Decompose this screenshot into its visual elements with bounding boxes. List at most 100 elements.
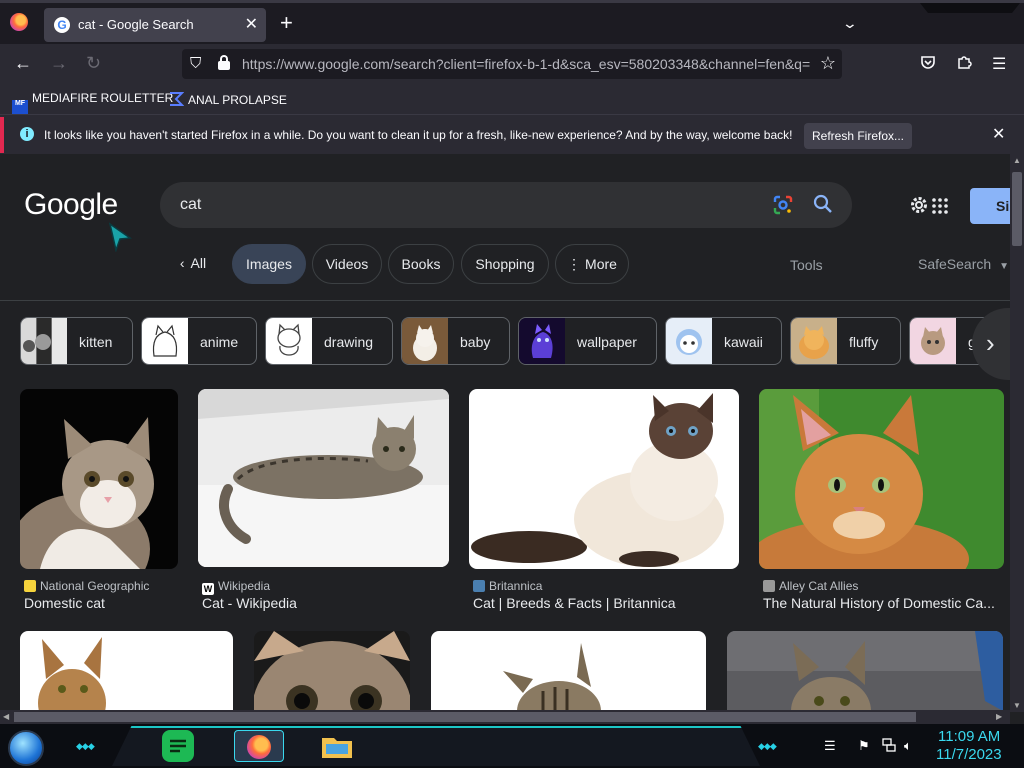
search-icon[interactable] [812,193,834,215]
result-image-closeup-cat[interactable] [254,631,410,712]
extensions-puzzle-icon[interactable] [956,54,972,75]
notification-message: It looks like you haven't started Firefo… [44,128,793,142]
google-images-page: Google cat Si ‹ All Images Videos Books … [0,154,1010,712]
forward-arrow-icon[interactable]: → [50,53,68,73]
file-explorer-icon[interactable] [320,730,354,762]
tab-shopping[interactable]: Shopping [461,244,549,284]
result-source[interactable]: Alley Cat Allies [763,579,858,593]
result-source[interactable]: W Wikipedia [202,579,270,595]
horizontal-scroll-thumb[interactable] [14,712,916,722]
search-box[interactable]: cat [160,182,852,228]
tools-button[interactable]: Tools [790,257,823,273]
clock-time[interactable]: 11:09 AM [938,728,1000,745]
address-bar[interactable]: ⛉ https://www.google.com/search?client=f… [182,49,842,79]
close-tab-icon[interactable]: ✕ [245,14,258,34]
network-icon[interactable] [882,738,896,755]
result-title[interactable]: The Natural History of Domestic Ca... [763,595,1004,611]
back-arrow-icon[interactable]: ← [14,53,32,73]
refresh-firefox-notification: i It looks like you haven't started Fire… [0,114,1024,154]
chip-wallpaper[interactable]: wallpaper [518,317,657,365]
result-title[interactable]: Cat - Wikipedia [202,595,447,611]
result-image-tabby-on-couch[interactable] [727,631,1003,712]
result-image-tabby-cat[interactable] [431,631,706,712]
hamburger-menu-icon[interactable]: ☰ [992,54,1006,74]
volume-icon[interactable]: 🔈︎ [904,738,912,754]
kawaii-thumbnail [666,318,712,364]
pocket-icon[interactable] [920,54,936,75]
chip-label: fluffy [849,334,879,350]
refresh-firefox-button[interactable]: Refresh Firefox... [804,123,912,149]
google-lens-icon[interactable] [772,194,794,216]
fluffy-cat-thumbnail [791,318,837,364]
windows-taskbar: ◆◆◆ ◆◆◆ ☰ ⚑ 🔈︎ 11:09 AM 11/7/2023 [0,724,1024,768]
start-button[interactable] [8,730,44,766]
tab-more[interactable]: ⋮ More [555,244,629,284]
chip-kawaii[interactable]: kawaii [665,317,782,365]
result-title[interactable]: Domestic cat [24,595,178,611]
info-icon: i [20,127,34,141]
reload-icon[interactable]: ↻ [86,53,101,73]
settings-gear-icon[interactable] [908,194,930,216]
chip-fluffy[interactable]: fluffy [790,317,901,365]
search-input[interactable]: cat [180,196,201,214]
scroll-right-arrow-icon[interactable]: ▶ [996,712,1002,721]
list-all-tabs-icon[interactable]: ⌄ [842,15,858,32]
result-image-orange-cat[interactable] [759,389,1004,569]
result-image-cat-wikipedia[interactable] [198,389,449,567]
result-image-domestic-cat[interactable] [20,389,178,569]
clock-date[interactable]: 11/7/2023 [936,746,1002,763]
related-search-chips: kitten anime drawing baby wallpaper kawa… [20,317,1010,365]
dropdown-arrow-icon: ▼ [999,261,1010,272]
chip-label: baby [460,334,491,350]
chip-drawing[interactable]: drawing [265,317,393,365]
baby-cat-thumbnail [402,318,448,364]
google-apps-grid-icon[interactable] [932,198,948,214]
firefox-menu-icon[interactable] [10,13,28,31]
horizontal-scrollbar[interactable]: ◀ ▶ [0,710,1010,724]
result-image-himalayan-cat[interactable] [469,389,739,569]
tab-bar: G cat - Google Search ✕ + ⌄ [0,0,1024,44]
scroll-down-arrow-icon[interactable]: ▼ [1013,701,1021,710]
scroll-up-arrow-icon[interactable]: ▲ [1013,156,1021,165]
bookmark-second[interactable]: ANAL PROLAPSE [168,91,287,107]
scroll-left-arrow-icon[interactable]: ◀ [3,712,9,721]
taskbar-lights-decoration: ◆◆◆ [758,741,777,751]
tab-all[interactable]: ‹ All [168,244,218,284]
chip-anime[interactable]: anime [141,317,257,365]
result-title[interactable]: Cat | Breeds & Facts | Britannica [473,595,739,611]
kitten-thumbnail [21,318,67,364]
result-image-abyssinian-cat[interactable] [20,631,233,712]
tracking-protection-shield-icon[interactable]: ⛉ [190,55,201,72]
result-source[interactable]: Britannica [473,579,542,593]
tab-videos[interactable]: Videos [312,244,382,284]
wikipedia-favicon-icon: W [202,583,214,595]
tab-books[interactable]: Books [388,244,454,284]
lock-icon[interactable] [218,55,230,70]
bookmark-mediafire-rouletter[interactable]: MF MEDIAFIRE ROULETTER [12,91,173,116]
tab-images[interactable]: Images [232,244,306,284]
notes-app-icon[interactable] [162,730,194,762]
chip-baby[interactable]: baby [401,317,510,365]
chip-kitten[interactable]: kitten [20,317,133,365]
notification-accent-bar [0,117,4,153]
bookmark-sigma-icon [168,91,185,107]
bookmark-label: ANAL PROLAPSE [188,93,287,107]
show-hidden-icons-icon[interactable]: ☰ [824,738,836,754]
taskbar-decoration [112,726,760,766]
vertical-scroll-thumb[interactable] [1012,172,1022,246]
bookmark-star-icon[interactable]: ☆ [820,53,836,74]
chip-label: kawaii [724,334,763,350]
taskbar-lights-decoration: ◆◆◆ [76,741,95,751]
new-tab-icon[interactable]: + [280,12,293,34]
google-logo[interactable]: Google [24,188,118,222]
mouse-cursor-icon [108,222,132,252]
sign-in-button[interactable]: Si [970,188,1010,224]
url-text[interactable]: https://www.google.com/search?client=fir… [242,56,812,72]
close-notification-icon[interactable]: ✕ [992,124,1005,144]
vertical-scrollbar[interactable]: ▲ ▼ [1010,154,1024,712]
firefox-taskbar-icon[interactable] [234,730,284,762]
result-source[interactable]: National Geographic [24,579,149,593]
safesearch-button[interactable]: SafeSearch ▼ [918,256,1009,272]
tab-google-search[interactable]: G cat - Google Search ✕ [44,8,266,42]
action-center-flag-icon[interactable]: ⚑ [858,738,870,754]
